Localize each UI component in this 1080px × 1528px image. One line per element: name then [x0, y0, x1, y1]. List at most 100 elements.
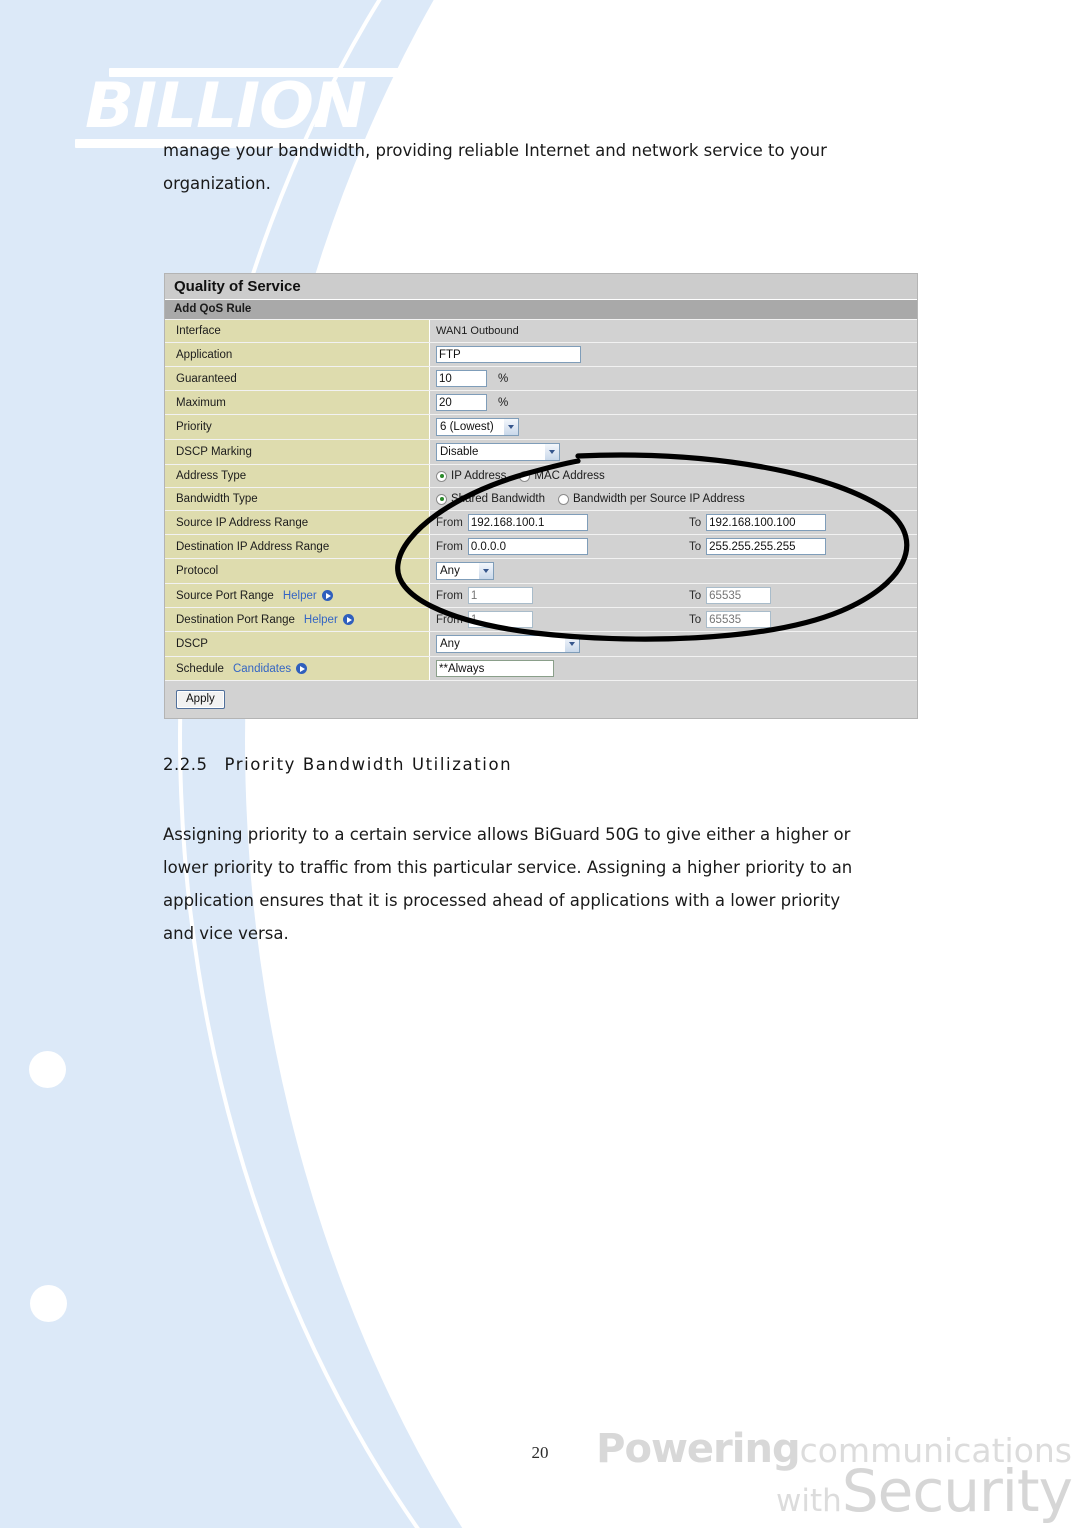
label-source-port-range: Source Port Range Helper	[165, 584, 430, 607]
intro-line-1: manage your bandwidth, providing reliabl…	[163, 141, 827, 160]
chevron-down-icon	[478, 563, 493, 579]
label-dscp: DSCP	[165, 632, 430, 656]
radio-address-type-mac[interactable]: MAC Address	[519, 470, 605, 482]
row-dscp: DSCP Any	[165, 631, 917, 656]
source-ip-to-group: To	[689, 514, 827, 531]
source-ip-to-input[interactable]	[706, 514, 827, 531]
destination-ip-from-input[interactable]	[467, 538, 588, 555]
label-destination-ip-range: Destination IP Address Range	[165, 535, 430, 558]
row-protocol: Protocol Any	[165, 558, 917, 583]
label-destination-port-range: Destination Port Range Helper	[165, 608, 430, 631]
from-label: From	[436, 613, 463, 626]
row-source-ip-range: Source IP Address Range From To	[165, 510, 917, 534]
schedule-candidates-link[interactable]: Candidates	[233, 663, 308, 675]
footer-line-2: withSecurity	[596, 1462, 1073, 1520]
source-ip-from-input[interactable]	[467, 514, 588, 531]
radio-bandwidth-shared[interactable]: Shared Bandwidth	[436, 493, 545, 505]
value-bandwidth-type: Shared Bandwidth Bandwidth per Source IP…	[430, 488, 917, 510]
label-interface: Interface	[165, 320, 430, 342]
radio-bandwidth-per-source-ip[interactable]: Bandwidth per Source IP Address	[557, 493, 745, 505]
radio-label: Shared Bandwidth	[451, 493, 545, 505]
label-protocol: Protocol	[165, 559, 430, 583]
page-background-decoration	[0, 0, 1080, 1528]
source-port-from-to-group: From To	[436, 587, 917, 604]
radio-icon-selected	[436, 470, 447, 482]
destination-ip-to-group: To	[689, 538, 827, 555]
logo-wordmark: BILLION	[85, 69, 367, 142]
value-priority: 6 (Lowest)	[430, 415, 917, 439]
dscp-select[interactable]: Any	[436, 635, 580, 653]
label-address-type: Address Type	[165, 465, 430, 487]
quality-of-service-panel: Quality of Service Add QoS Rule Interfac…	[164, 273, 918, 719]
value-destination-ip-range: From To	[430, 535, 917, 558]
schedule-input[interactable]	[436, 660, 554, 677]
guaranteed-input[interactable]	[436, 370, 487, 387]
panel-footer: Apply	[165, 680, 917, 718]
to-label: To	[689, 589, 702, 602]
application-input[interactable]	[436, 346, 581, 363]
value-source-ip-range: From To	[430, 511, 917, 534]
destination-port-from-input[interactable]	[467, 611, 533, 628]
protocol-select-value: Any	[440, 565, 460, 577]
destination-ip-from-group: From	[436, 538, 689, 555]
value-guaranteed: %	[430, 367, 917, 390]
row-interface: Interface WAN1 Outbound	[165, 319, 917, 342]
panel-title: Quality of Service	[165, 274, 917, 300]
dscp-marking-select[interactable]: Disable	[436, 443, 560, 461]
source-port-to-input[interactable]	[706, 587, 772, 604]
priority-select[interactable]: 6 (Lowest)	[436, 418, 519, 436]
value-source-port-range: From To	[430, 584, 917, 607]
protocol-select[interactable]: Any	[436, 562, 494, 580]
section-heading: 2.2.5 Priority Bandwidth Utilization	[163, 755, 512, 774]
destination-port-to-input[interactable]	[706, 611, 772, 628]
value-dscp: Any	[430, 632, 917, 656]
chevron-down-icon	[564, 636, 579, 652]
row-guaranteed: Guaranteed %	[165, 366, 917, 390]
radio-label: IP Address	[451, 470, 507, 482]
guaranteed-percent-label: %	[498, 372, 509, 385]
source-port-helper-link[interactable]: Helper	[283, 590, 333, 602]
decor-dot-bottom	[30, 1285, 67, 1322]
radio-label: Bandwidth per Source IP Address	[572, 493, 745, 505]
row-schedule: Schedule Candidates	[165, 656, 917, 680]
body-line-2: lower priority to traffic from this part…	[163, 858, 853, 877]
value-protocol: Any	[430, 559, 917, 583]
maximum-input[interactable]	[436, 394, 487, 411]
intro-paragraph: manage your bandwidth, providing reliabl…	[163, 134, 920, 200]
label-guaranteed: Guaranteed	[165, 367, 430, 390]
row-address-type: Address Type IP Address MAC Address	[165, 464, 917, 487]
destination-port-from-to-group: From To	[436, 611, 917, 628]
row-destination-ip-range: Destination IP Address Range From To	[165, 534, 917, 558]
destination-port-from-group: From	[436, 611, 689, 628]
destination-ip-to-input[interactable]	[706, 538, 827, 555]
dscp-select-value: Any	[440, 638, 460, 650]
value-destination-port-range: From To	[430, 608, 917, 631]
row-bandwidth-type: Bandwidth Type Shared Bandwidth Bandwidt…	[165, 487, 917, 510]
from-label: From	[436, 540, 463, 553]
to-label: To	[689, 613, 702, 626]
label-priority: Priority	[165, 415, 430, 439]
row-dscp-marking: DSCP Marking Disable	[165, 439, 917, 464]
radio-address-type-ip[interactable]: IP Address	[436, 470, 506, 482]
value-interface: WAN1 Outbound	[430, 320, 917, 342]
footer-security: Security	[841, 1457, 1073, 1526]
panel-subtitle: Add QoS Rule	[165, 300, 917, 319]
row-destination-port-range: Destination Port Range Helper From To	[165, 607, 917, 631]
label-application: Application	[165, 343, 430, 366]
destination-port-helper-link[interactable]: Helper	[304, 614, 354, 626]
section-title: Priority Bandwidth Utilization	[224, 755, 513, 774]
source-port-from-input[interactable]	[467, 587, 533, 604]
value-schedule	[430, 657, 917, 680]
decor-dot-middle	[29, 1051, 66, 1088]
source-port-range-text: Source Port Range	[176, 589, 274, 602]
body-paragraph: Assigning priority to a certain service …	[163, 818, 920, 950]
maximum-percent-label: %	[498, 396, 509, 409]
arrow-circle-right-icon	[296, 663, 308, 674]
intro-line-2: organization.	[163, 174, 271, 193]
apply-button[interactable]: Apply	[176, 690, 225, 709]
source-ip-from-group: From	[436, 514, 689, 531]
priority-select-value: 6 (Lowest)	[440, 421, 494, 433]
footer-tagline: Poweringcommunications withSecurity	[596, 1429, 1073, 1520]
source-port-to-group: To	[689, 587, 772, 604]
label-dscp-marking: DSCP Marking	[165, 440, 430, 464]
